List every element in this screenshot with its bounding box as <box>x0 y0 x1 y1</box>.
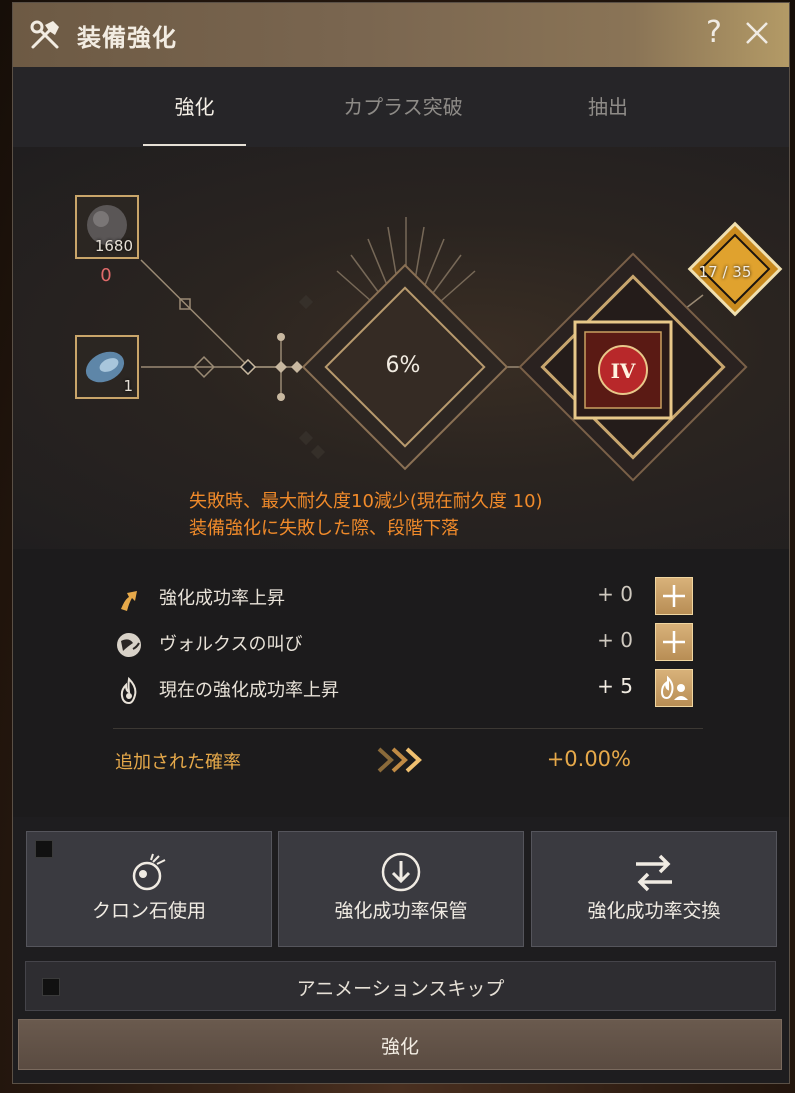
cron-stone-checkbox[interactable] <box>35 840 53 858</box>
title-bar: 装備強化 ? <box>13 3 789 68</box>
download-circle-icon <box>381 852 421 892</box>
exchange-success-rate-button[interactable]: 強化成功率交換 <box>531 831 777 947</box>
failstack-info-button[interactable] <box>655 669 693 707</box>
help-button[interactable]: ? <box>699 15 729 51</box>
animation-skip-label: アニメーションスキップ <box>296 978 505 1000</box>
flame-icon <box>120 676 137 705</box>
action-label: クロン石使用 <box>91 900 206 922</box>
bonus-panel: 強化成功率上昇 + 0 ヴォルクスの叫び + 0 現在の強化成功率上昇 + 5 … <box>13 549 789 817</box>
added-rate-label: 追加された確率 <box>115 752 241 773</box>
enhancement-window: 装備強化 ? 強化 カプラス突破 抽出 IV 1680 0 1 6% 17 / … <box>12 2 790 1084</box>
enhance-button[interactable]: 強化 <box>18 1019 782 1070</box>
enhance-button-label: 強化 <box>380 1036 419 1058</box>
add-success-rate-button[interactable] <box>655 577 693 615</box>
plus-icon <box>663 631 685 653</box>
action-label: 強化成功率保管 <box>334 900 468 922</box>
bonus-row-current-rate: 現在の強化成功率上昇 + 5 <box>113 669 713 709</box>
enhancement-stage: IV 1680 0 1 6% 17 / 35 失敗時、最大耐久度10減少(現在耐… <box>13 147 789 549</box>
action-label: 強化成功率交換 <box>587 900 721 922</box>
bonus-row-vell-cry: ヴォルクスの叫び + 0 <box>113 623 713 663</box>
cron-stone-icon <box>132 853 166 891</box>
added-rate-value: +0.00% <box>546 747 631 771</box>
tab-extract[interactable]: 抽出 <box>563 91 653 120</box>
svg-text:IV: IV <box>611 359 636 383</box>
bonus-label: ヴォルクスの叫び <box>159 634 303 655</box>
plus-icon <box>663 585 685 607</box>
tab-bar: 強化 カプラス突破 抽出 <box>13 67 789 148</box>
flame-person-icon <box>660 675 688 700</box>
black-stone-count: 1680 <box>94 237 133 255</box>
success-rate: 6% <box>385 353 421 378</box>
globe-icon <box>117 633 141 657</box>
tab-caphras[interactable]: カプラス突破 <box>313 91 493 120</box>
crystal-count: 1 <box>123 377 133 395</box>
bonus-value: + 5 <box>597 674 633 698</box>
store-success-rate-button[interactable]: 強化成功率保管 <box>278 831 524 947</box>
crystal-slot[interactable]: 1 <box>75 335 139 399</box>
failure-warning-downgrade: 装備強化に失敗した際、段階下落 <box>189 518 459 539</box>
arrow-up-icon <box>121 591 137 611</box>
bonus-value: + 0 <box>597 582 633 606</box>
swap-arrows-icon <box>636 854 672 892</box>
animation-skip-toggle[interactable]: アニメーションスキップ <box>25 961 776 1011</box>
bonus-label: 強化成功率上昇 <box>159 588 285 609</box>
window-title: 装備強化 <box>77 24 177 52</box>
tab-enhance[interactable]: 強化 <box>143 91 246 120</box>
hammer-wrench-icon <box>30 20 59 49</box>
close-icon[interactable] <box>739 15 775 51</box>
bonus-row-success-rate: 強化成功率上昇 + 0 <box>113 577 713 617</box>
durability-readout: 17 / 35 <box>698 263 752 281</box>
bonus-divider <box>113 728 703 729</box>
chevrons-right-icon <box>377 747 422 773</box>
use-cron-stone-button[interactable]: クロン石使用 <box>26 831 272 947</box>
black-stone-slot[interactable]: 1680 <box>75 195 139 259</box>
bonus-label: 現在の強化成功率上昇 <box>159 680 339 701</box>
failure-warning-durability: 失敗時、最大耐久度10減少(現在耐久度 10) <box>189 491 543 512</box>
tab-active-indicator <box>143 144 246 146</box>
bonus-value: + 0 <box>597 628 633 652</box>
black-stone-owned: 0 <box>100 265 112 286</box>
add-vell-cry-button[interactable] <box>655 623 693 661</box>
